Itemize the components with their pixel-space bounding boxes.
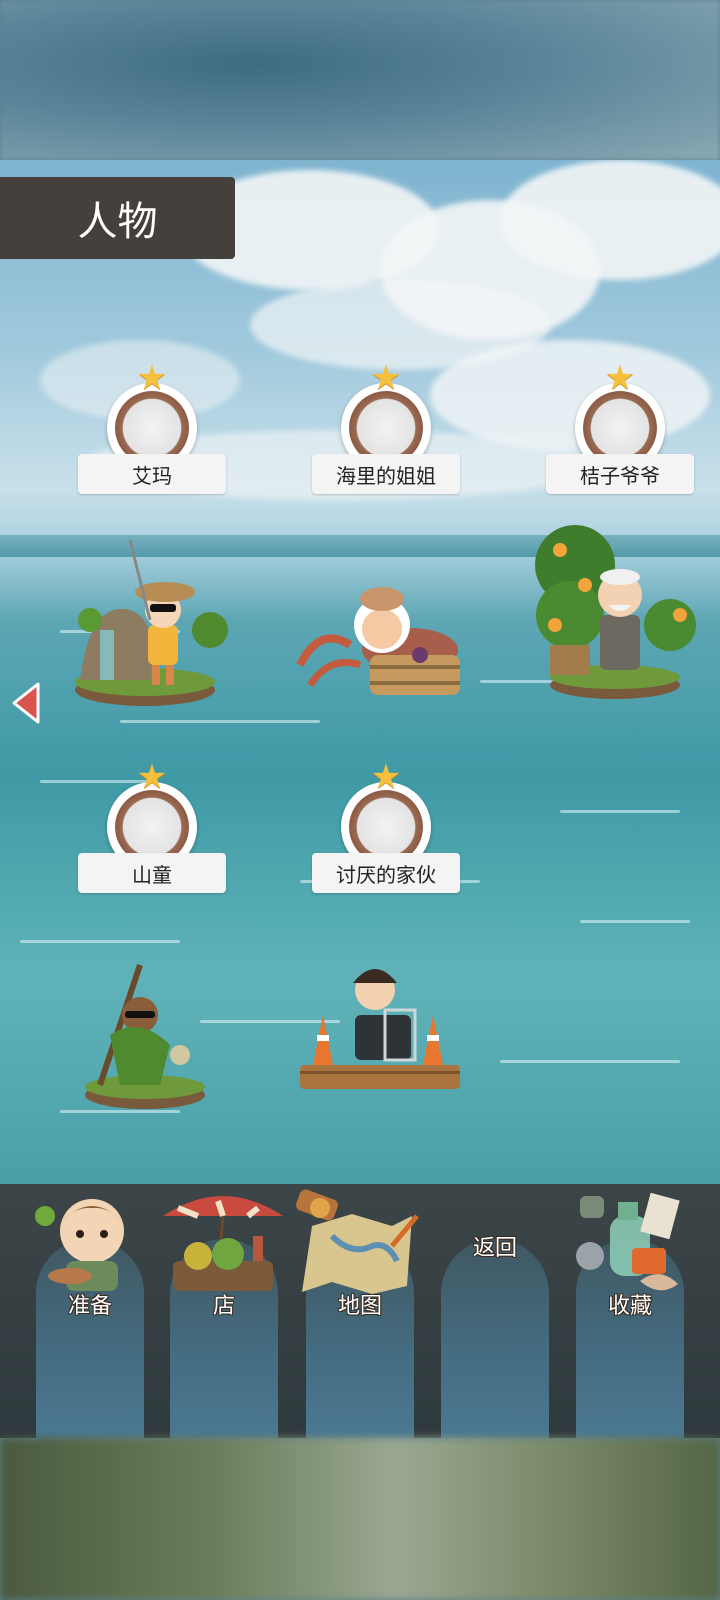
character-card-annoying-guy[interactable]: ★ 讨厌的家伙 [312, 757, 462, 902]
character-name-label: 讨厌的家伙 [312, 853, 460, 893]
boy-with-fish-icon [35, 1199, 126, 1291]
character-card-sea-sister[interactable]: ★ 海里的姐姐 [312, 358, 462, 503]
character-card-orange-grandpa[interactable]: ★ 桔子爷爷 [546, 358, 696, 503]
nav-button-back[interactable] [441, 1239, 549, 1438]
star-icon: ★ [370, 358, 402, 398]
bottom-blurred-background [0, 1438, 720, 1600]
left-arrow-icon[interactable] [8, 680, 44, 726]
mountain-boy-character-icon[interactable] [70, 945, 220, 1115]
page-title: 人物 [0, 177, 235, 259]
star-icon: ★ [604, 358, 636, 398]
star-icon: ★ [370, 757, 402, 797]
nav-label-shop: 店 [212, 1294, 235, 1319]
character-name-label: 山童 [78, 853, 226, 893]
character-card-mountain-boy[interactable]: ★ 山童 [78, 757, 228, 902]
character-name-label: 艾玛 [78, 454, 226, 494]
character-card-emma[interactable]: ★ 艾玛 [78, 358, 228, 503]
nav-label-collection: 收藏 [607, 1294, 652, 1319]
annoying-guy-character-icon[interactable] [295, 955, 465, 1105]
character-name-label: 海里的姐姐 [312, 454, 460, 494]
page-title-text: 人物 [77, 199, 158, 245]
emma-character-icon[interactable] [60, 540, 230, 715]
character-name-label: 桔子爷爷 [546, 454, 694, 494]
nav-label-map: 地图 [337, 1294, 382, 1319]
sea-sister-character-icon[interactable] [290, 585, 470, 715]
nav-label-prepare: 准备 [67, 1294, 112, 1319]
star-icon: ★ [136, 358, 168, 398]
map-and-telescope-icon [296, 1189, 419, 1294]
star-icon: ★ [136, 757, 168, 797]
orange-grandpa-character-icon[interactable] [530, 505, 700, 715]
shop-umbrella-stall-icon [163, 1196, 283, 1291]
top-blurred-background [0, 0, 720, 160]
nav-label-back: 返回 [472, 1236, 517, 1261]
